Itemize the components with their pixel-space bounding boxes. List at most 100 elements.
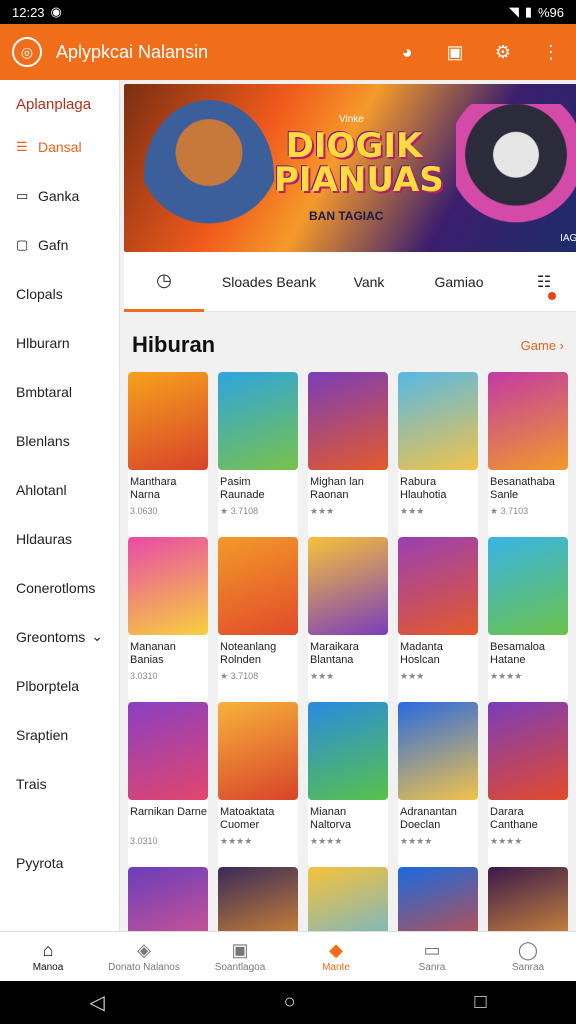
game-row: Manthara Narna 3.0630 Pasim Raunade ★ 3.710… — [128, 372, 576, 537]
sidebar-item[interactable]: Sraptien — [0, 710, 119, 759]
profile-icon[interactable]: ◕ — [394, 42, 420, 63]
sidebar-item-label: Trais — [16, 775, 47, 792]
game-card[interactable] — [308, 867, 388, 931]
game-card[interactable]: Mananan Banias 3.0310 — [128, 537, 208, 702]
game-thumbnail — [488, 537, 568, 635]
game-card[interactable]: Besanathaba Sanle ★ 3.7103 — [488, 372, 568, 537]
game-rating: ★★★★ — [490, 836, 523, 846]
sidebar-item-icon: ▢ — [16, 236, 29, 252]
game-name: Noteanlang Rolnden — [220, 641, 277, 666]
game-card[interactable] — [398, 867, 478, 931]
bookmark-icon[interactable]: ▣ — [442, 42, 468, 63]
back-icon[interactable]: ◁ — [89, 990, 104, 1015]
game-thumbnail — [308, 537, 388, 635]
sidebar-item[interactable]: Pyyrota — [0, 838, 119, 887]
notification-icon: ◉ — [50, 4, 62, 19]
sidebar-item-label: Gafn — [38, 236, 69, 253]
sidebar-item[interactable]: Greontoms ⌄ — [0, 612, 119, 661]
bottom-nav-icon: ◯ — [517, 940, 539, 960]
bottom-nav-item[interactable]: ◯ Sanraa — [480, 932, 576, 981]
game-thumbnail — [488, 867, 568, 931]
sidebar-item[interactable]: Hlburarn — [0, 318, 119, 367]
game-name: Maraikara Blantana — [310, 641, 359, 666]
sidebar-item[interactable]: ▢ Gafn — [0, 220, 119, 269]
more-menu-icon[interactable]: ⋮ — [538, 42, 564, 63]
tab-vank[interactable]: Vank — [334, 274, 404, 290]
game-card[interactable]: Noteanlang Rolnden ★ 3.7108 — [218, 537, 298, 702]
game-card[interactable] — [128, 867, 208, 931]
sidebar-item-label: Hlburarn — [16, 334, 70, 351]
game-grid: Manthara Narna 3.0630 Pasim Raunade ★ 3.710… — [128, 372, 576, 931]
bottom-nav-label: Manoa — [32, 962, 64, 973]
sidebar-item[interactable]: Hldauras — [0, 514, 119, 563]
sidebar-item[interactable]: Ahlotanl — [0, 465, 119, 514]
bottom-nav-item[interactable]: ⌂ Manoa — [0, 932, 96, 981]
game-thumbnail — [218, 702, 298, 800]
tab-gamiao[interactable]: Gamiao — [404, 274, 514, 290]
game-name: Darara Canthane — [490, 806, 538, 831]
tab-filter[interactable]: ☷ — [514, 272, 574, 300]
game-row: Rarnikan Darne 3.0310 Matoaktata Cuomer ★★★… — [128, 702, 576, 867]
banner-subtitle: BAN TAGIAC — [309, 209, 384, 223]
sidebar-item[interactable]: Conerotloms — [0, 563, 119, 612]
game-card[interactable]: Maraikara Blantana ★★★ — [308, 537, 388, 702]
game-card[interactable]: Matoaktata Cuomer ★★★★ — [218, 702, 298, 867]
wifi-icon: ◥ — [508, 4, 519, 19]
sidebar-item[interactable]: ☰ Dansal — [0, 122, 119, 171]
tab-sloades-beank[interactable]: Sloades Beank — [204, 274, 334, 290]
banner-dog-character — [456, 104, 576, 249]
settings-icon[interactable]: ⚙ — [490, 42, 516, 63]
game-thumbnail — [218, 867, 298, 931]
sidebar-item[interactable]: Plborptela — [0, 661, 119, 710]
game-name: Rabura Hlauhotia — [400, 476, 447, 501]
bottom-nav-item[interactable]: ▣ Soantlagoa — [192, 932, 288, 981]
sidebar-item-label: Dansal — [38, 138, 82, 155]
category-tabs: ◷ Sloades Beank Vank Gamiao ☷ — [124, 252, 576, 312]
game-rating: ★★★★ — [220, 836, 253, 846]
home-icon[interactable]: ○ — [284, 991, 296, 1014]
sidebar-item-label: Ganka — [38, 187, 80, 204]
sidebar: Aplanplaga ☰ Dansal ▭ Ganka ▢ Gafn Clopals Hlbu… — [0, 80, 120, 931]
sidebar-item[interactable]: Blenlans — [0, 416, 119, 465]
game-thumbnail — [398, 702, 478, 800]
sidebar-item-label: Ahlotanl — [16, 481, 67, 498]
bottom-nav-item[interactable]: ◈ Donato Nalanos — [96, 932, 192, 981]
tab-history[interactable]: ◷ — [124, 252, 204, 312]
bottom-nav-item[interactable]: ▭ Sanra — [384, 932, 480, 981]
signal-icon: ▮ — [524, 4, 532, 19]
game-rating: ★★★ — [310, 506, 335, 516]
bottom-nav-icon: ▭ — [423, 940, 441, 960]
section-more-link[interactable]: Game › — [521, 338, 564, 353]
game-card[interactable] — [218, 867, 298, 931]
sidebar-item[interactable]: Clopals — [0, 269, 119, 318]
featured-banner[interactable]: Vinke DIOGIK PIANUAS BAN TAGIAC IAGS — [124, 84, 576, 252]
game-name: Matoaktata Cuomer — [220, 806, 275, 831]
game-card[interactable]: Manthara Narna 3.0630 — [128, 372, 208, 537]
recents-icon[interactable]: □ — [474, 991, 486, 1014]
game-card[interactable]: Rabura Hlauhotia ★★★ — [398, 372, 478, 537]
sidebar-item-label: Plborptela — [16, 677, 80, 694]
game-thumbnail — [128, 537, 208, 635]
game-rating: ★ 3.7108 — [220, 506, 259, 516]
sidebar-item[interactable]: Bmbtaral — [0, 367, 119, 416]
game-card[interactable]: Pasim Raunade ★ 3.7108 — [218, 372, 298, 537]
banner-top-text: Vinke — [339, 114, 364, 125]
sidebar-item[interactable]: ▭ Ganka — [0, 171, 119, 220]
sidebar-item-label: Pyyrota — [16, 854, 64, 871]
game-card[interactable]: Adranantan Doeclan ★★★★ — [398, 702, 478, 867]
bottom-nav-label: Donato Nalanos — [108, 962, 180, 973]
sidebar-item-label: Conerotloms — [16, 579, 96, 596]
game-card[interactable]: Mighan lan Raonan ★★★ — [308, 372, 388, 537]
game-card[interactable]: Besamaloa Hatane ★★★★ — [488, 537, 568, 702]
game-card[interactable]: Darara Canthane ★★★★ — [488, 702, 568, 867]
game-card[interactable]: Mianan Naltorva ★★★★ — [308, 702, 388, 867]
history-icon: ◷ — [156, 269, 172, 290]
bottom-nav-item[interactable]: ◆ Mante — [288, 932, 384, 981]
app-logo-icon[interactable]: ◎ — [12, 37, 42, 67]
game-card[interactable]: Rarnikan Darne 3.0310 — [128, 702, 208, 867]
game-card[interactable] — [488, 867, 568, 931]
game-rating: ★★★★ — [310, 836, 343, 846]
bottom-nav-label: Mante — [322, 962, 350, 973]
game-card[interactable]: Madanta Hoslcan ★★★ — [398, 537, 478, 702]
sidebar-item[interactable]: Trais — [0, 759, 119, 808]
